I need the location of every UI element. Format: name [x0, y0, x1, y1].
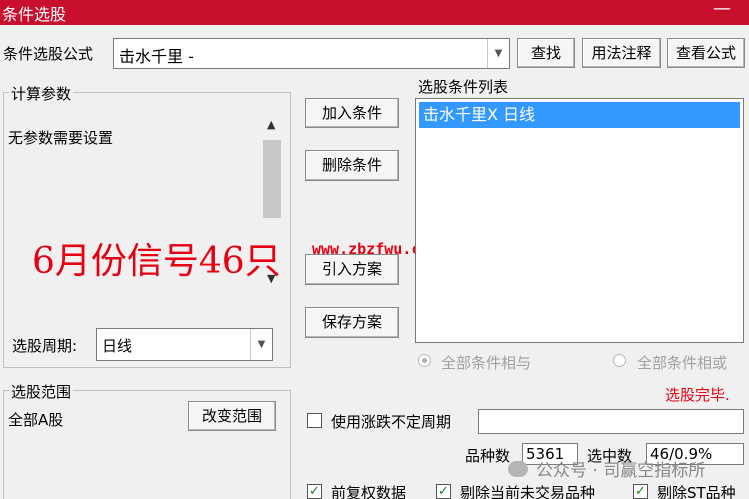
wechat-icon — [508, 460, 528, 477]
range-group-title: 选股范围 — [9, 381, 74, 402]
exclude-untraded-checkbox[interactable]: ✓ — [436, 484, 451, 499]
delete-condition-button[interactable]: 删除条件 — [305, 150, 399, 181]
exclude-st-checkbox[interactable]: ✓ — [633, 484, 648, 499]
formula-value: 击水千里 - — [119, 47, 194, 66]
title-bar: 条件选股 — — [0, 0, 749, 25]
window-title: 条件选股 — [2, 5, 67, 24]
conditions-list[interactable]: 击水千里X 日线 — [415, 98, 744, 343]
headline-overlay: 6月份信号46只 — [32, 241, 281, 282]
status-text: 选股完毕. — [665, 386, 730, 404]
params-group-title: 计算参数 — [9, 83, 74, 104]
uncertain-period-checkbox[interactable] — [307, 413, 322, 428]
scroll-up-icon[interactable]: ▲ — [267, 118, 275, 131]
range-value: 全部A股 — [8, 411, 64, 429]
logic-or-radio[interactable] — [613, 354, 626, 367]
formula-label: 条件选股公式 — [3, 45, 94, 63]
watermark: 公众号 · 司赢空指标所 — [508, 456, 705, 481]
period-select[interactable]: 日线 ▼ — [96, 328, 273, 361]
conditions-list-label: 选股条件列表 — [418, 78, 509, 96]
add-condition-button[interactable]: 加入条件 — [305, 98, 399, 128]
logic-or-label: 全部条件相或 — [637, 354, 728, 372]
logic-and-radio[interactable] — [418, 354, 431, 367]
logic-and-label: 全部条件相与 — [441, 354, 532, 372]
period-value: 日线 — [102, 337, 133, 355]
change-range-button[interactable]: 改变范围 — [188, 401, 276, 431]
watermark-text: 公众号 · 司赢空指标所 — [536, 461, 706, 481]
scroll-thumb[interactable] — [263, 140, 281, 218]
formula-select[interactable]: 击水千里 - ▼ — [113, 38, 510, 69]
uncertain-period-input[interactable] — [478, 409, 744, 434]
adjusted-data-label: 前复权数据 — [331, 484, 407, 499]
period-label: 选股周期: — [12, 337, 78, 355]
usage-notes-button[interactable]: 用法注释 — [582, 38, 661, 68]
chevron-down-icon[interactable]: ▼ — [250, 329, 272, 360]
count-label: 品种数 — [465, 447, 511, 465]
exclude-st-label: 剔除ST品种 — [657, 484, 736, 499]
exclude-untraded-label: 剔除当前未交易品种 — [460, 484, 596, 499]
params-message: 无参数需要设置 — [8, 129, 114, 147]
import-plan-button[interactable]: 引入方案 — [305, 254, 399, 285]
adjusted-data-checkbox[interactable]: ✓ — [307, 484, 322, 499]
chevron-down-icon[interactable]: ▼ — [487, 39, 509, 68]
uncertain-period-label: 使用涨跌不定周期 — [331, 413, 452, 431]
find-button[interactable]: 查找 — [517, 38, 575, 68]
save-plan-button[interactable]: 保存方案 — [305, 307, 399, 338]
minimize-button[interactable]: — — [713, 0, 731, 19]
list-item[interactable]: 击水千里X 日线 — [419, 102, 740, 128]
view-formula-button[interactable]: 查看公式 — [667, 38, 745, 68]
